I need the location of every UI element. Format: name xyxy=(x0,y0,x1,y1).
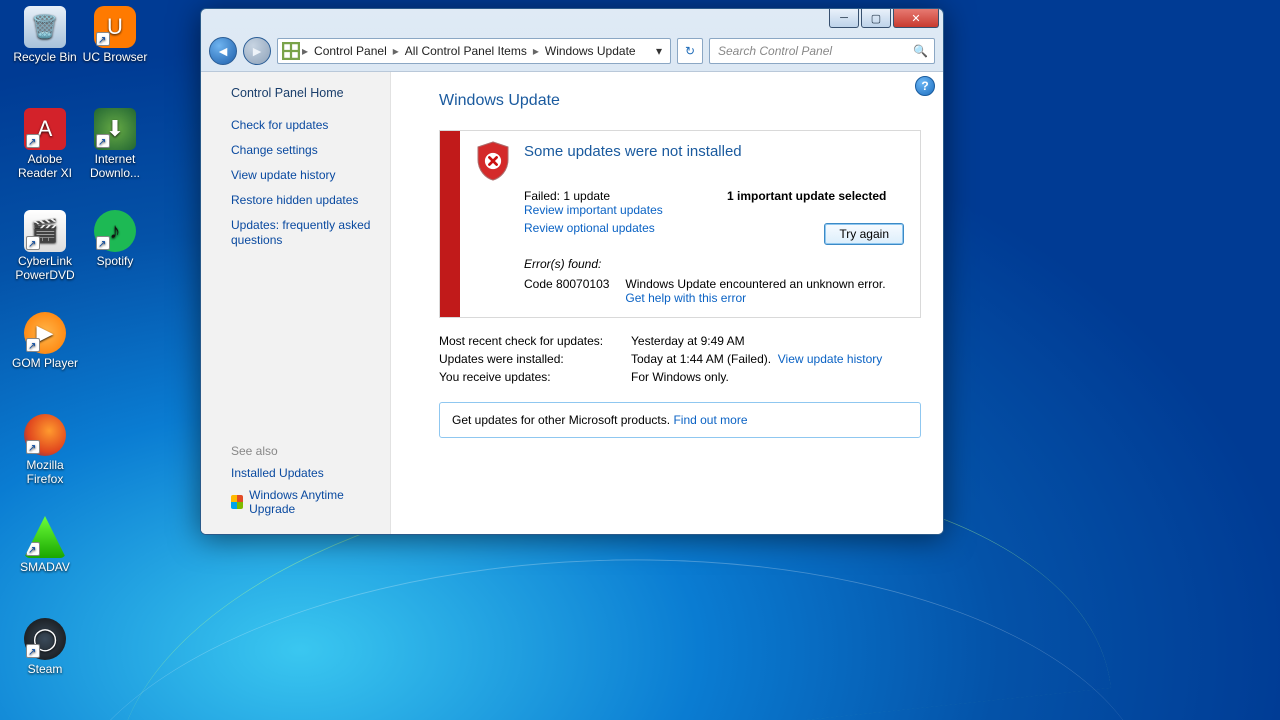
shield-error-icon xyxy=(476,141,510,181)
help-icon[interactable]: ? xyxy=(915,76,935,96)
search-input[interactable] xyxy=(716,43,913,59)
receive-value: For Windows only. xyxy=(631,370,729,384)
last-check-label: Most recent check for updates: xyxy=(439,334,631,348)
windows-flag-icon xyxy=(231,495,243,509)
task-restore-hidden[interactable]: Restore hidden updates xyxy=(231,193,374,208)
failed-count: Failed: 1 update xyxy=(524,189,701,203)
desktop-icon-powerdvd[interactable]: 🎬CyberLink PowerDVD xyxy=(8,210,82,282)
receive-label: You receive updates: xyxy=(439,370,631,384)
try-again-button[interactable]: Try again xyxy=(824,223,904,245)
error-description: Windows Update encountered an unknown er… xyxy=(625,277,885,291)
see-also-installed-updates[interactable]: Installed Updates xyxy=(231,466,374,480)
control-panel-window: ─ ▢ ✕ ◄ ► ▸ Control Panel ▸ All Control … xyxy=(200,8,944,535)
chevron-right-icon[interactable]: ▸ xyxy=(302,44,308,58)
breadcrumb-dropdown[interactable]: ▾ xyxy=(652,44,666,58)
breadcrumb[interactable]: ▸ Control Panel ▸ All Control Panel Item… xyxy=(277,38,671,64)
desktop-icon-recycle-bin[interactable]: 🗑️Recycle Bin xyxy=(8,6,82,64)
get-help-link[interactable]: Get help with this error xyxy=(625,291,885,305)
powerdvd-icon: 🎬 xyxy=(24,210,66,252)
status-accent-bar xyxy=(440,131,460,317)
control-panel-icon xyxy=(282,42,300,60)
address-bar: ◄ ► ▸ Control Panel ▸ All Control Panel … xyxy=(201,35,943,71)
selected-summary: 1 important update selected xyxy=(727,189,904,203)
steam-icon: ◯ xyxy=(24,618,66,660)
search-box[interactable]: 🔍 xyxy=(709,38,935,64)
errors-found-label: Error(s) found: xyxy=(524,257,904,271)
status-card: Some updates were not installed Failed: … xyxy=(439,130,921,318)
forward-button[interactable]: ► xyxy=(243,37,271,65)
desktop-icon-steam[interactable]: ◯Steam xyxy=(8,618,82,676)
task-check-updates[interactable]: Check for updates xyxy=(231,118,374,133)
control-panel-home-link[interactable]: Control Panel Home xyxy=(231,86,374,100)
breadcrumb-seg-control-panel[interactable]: Control Panel xyxy=(310,44,391,58)
see-also-header: See also xyxy=(231,444,374,458)
desktop-icon-uc-browser[interactable]: UUC Browser xyxy=(78,6,152,64)
desktop-icon-gom[interactable]: ▶GOM Player xyxy=(8,312,82,370)
review-important-link[interactable]: Review important updates xyxy=(524,203,701,217)
breadcrumb-seg-all-items[interactable]: All Control Panel Items xyxy=(401,44,531,58)
last-check-value: Yesterday at 9:49 AM xyxy=(631,334,745,348)
page-title: Windows Update xyxy=(439,92,921,110)
task-faq[interactable]: Updates: frequently asked questions xyxy=(231,218,374,248)
gom-icon: ▶ xyxy=(24,312,66,354)
refresh-button[interactable]: ↻ xyxy=(677,38,703,64)
back-button[interactable]: ◄ xyxy=(209,37,237,65)
error-code: Code 80070103 xyxy=(524,277,609,305)
desktop-icon-spotify[interactable]: ♪Spotify xyxy=(78,210,152,268)
sidebar: Control Panel Home Check for updates Cha… xyxy=(201,72,391,534)
desktop-icon-smadav[interactable]: SMADAV xyxy=(8,516,82,574)
view-history-link[interactable]: View update history xyxy=(778,352,883,366)
spotify-icon: ♪ xyxy=(94,210,136,252)
chevron-right-icon[interactable]: ▸ xyxy=(393,44,399,58)
titlebar[interactable]: ─ ▢ ✕ xyxy=(201,9,943,35)
close-button[interactable]: ✕ xyxy=(893,9,939,28)
update-info-table: Most recent check for updates:Yesterday … xyxy=(439,334,921,384)
task-change-settings[interactable]: Change settings xyxy=(231,143,374,158)
main-content: ? Windows Update Some updates were not i… xyxy=(391,72,943,534)
maximize-button[interactable]: ▢ xyxy=(861,9,891,28)
chevron-right-icon[interactable]: ▸ xyxy=(533,44,539,58)
installed-label: Updates were installed: xyxy=(439,352,631,366)
firefox-icon xyxy=(24,414,66,456)
breadcrumb-seg-windows-update[interactable]: Windows Update xyxy=(541,44,640,58)
minimize-button[interactable]: ─ xyxy=(829,9,859,28)
desktop-icon-idm[interactable]: ⬇Internet Downlo... xyxy=(78,108,152,180)
task-view-history[interactable]: View update history xyxy=(231,168,374,183)
installed-value: Today at 1:44 AM (Failed). xyxy=(631,352,771,366)
search-icon[interactable]: 🔍 xyxy=(913,44,928,58)
trash-icon: 🗑️ xyxy=(24,6,66,48)
other-products-panel: Get updates for other Microsoft products… xyxy=(439,402,921,438)
smadav-icon xyxy=(24,516,66,558)
client-area: Control Panel Home Check for updates Cha… xyxy=(201,71,943,534)
uc-browser-icon: U xyxy=(94,6,136,48)
find-out-more-link[interactable]: Find out more xyxy=(673,413,747,427)
other-products-text: Get updates for other Microsoft products… xyxy=(452,413,670,427)
see-also-anytime-upgrade[interactable]: Windows Anytime Upgrade xyxy=(231,488,374,516)
desktop-icon-firefox[interactable]: Mozilla Firefox xyxy=(8,414,82,486)
adobe-reader-icon: A xyxy=(24,108,66,150)
desktop-icon-adobe-reader[interactable]: AAdobe Reader XI xyxy=(8,108,82,180)
idm-icon: ⬇ xyxy=(94,108,136,150)
status-headline: Some updates were not installed xyxy=(524,143,742,160)
review-optional-link[interactable]: Review optional updates xyxy=(524,221,701,235)
